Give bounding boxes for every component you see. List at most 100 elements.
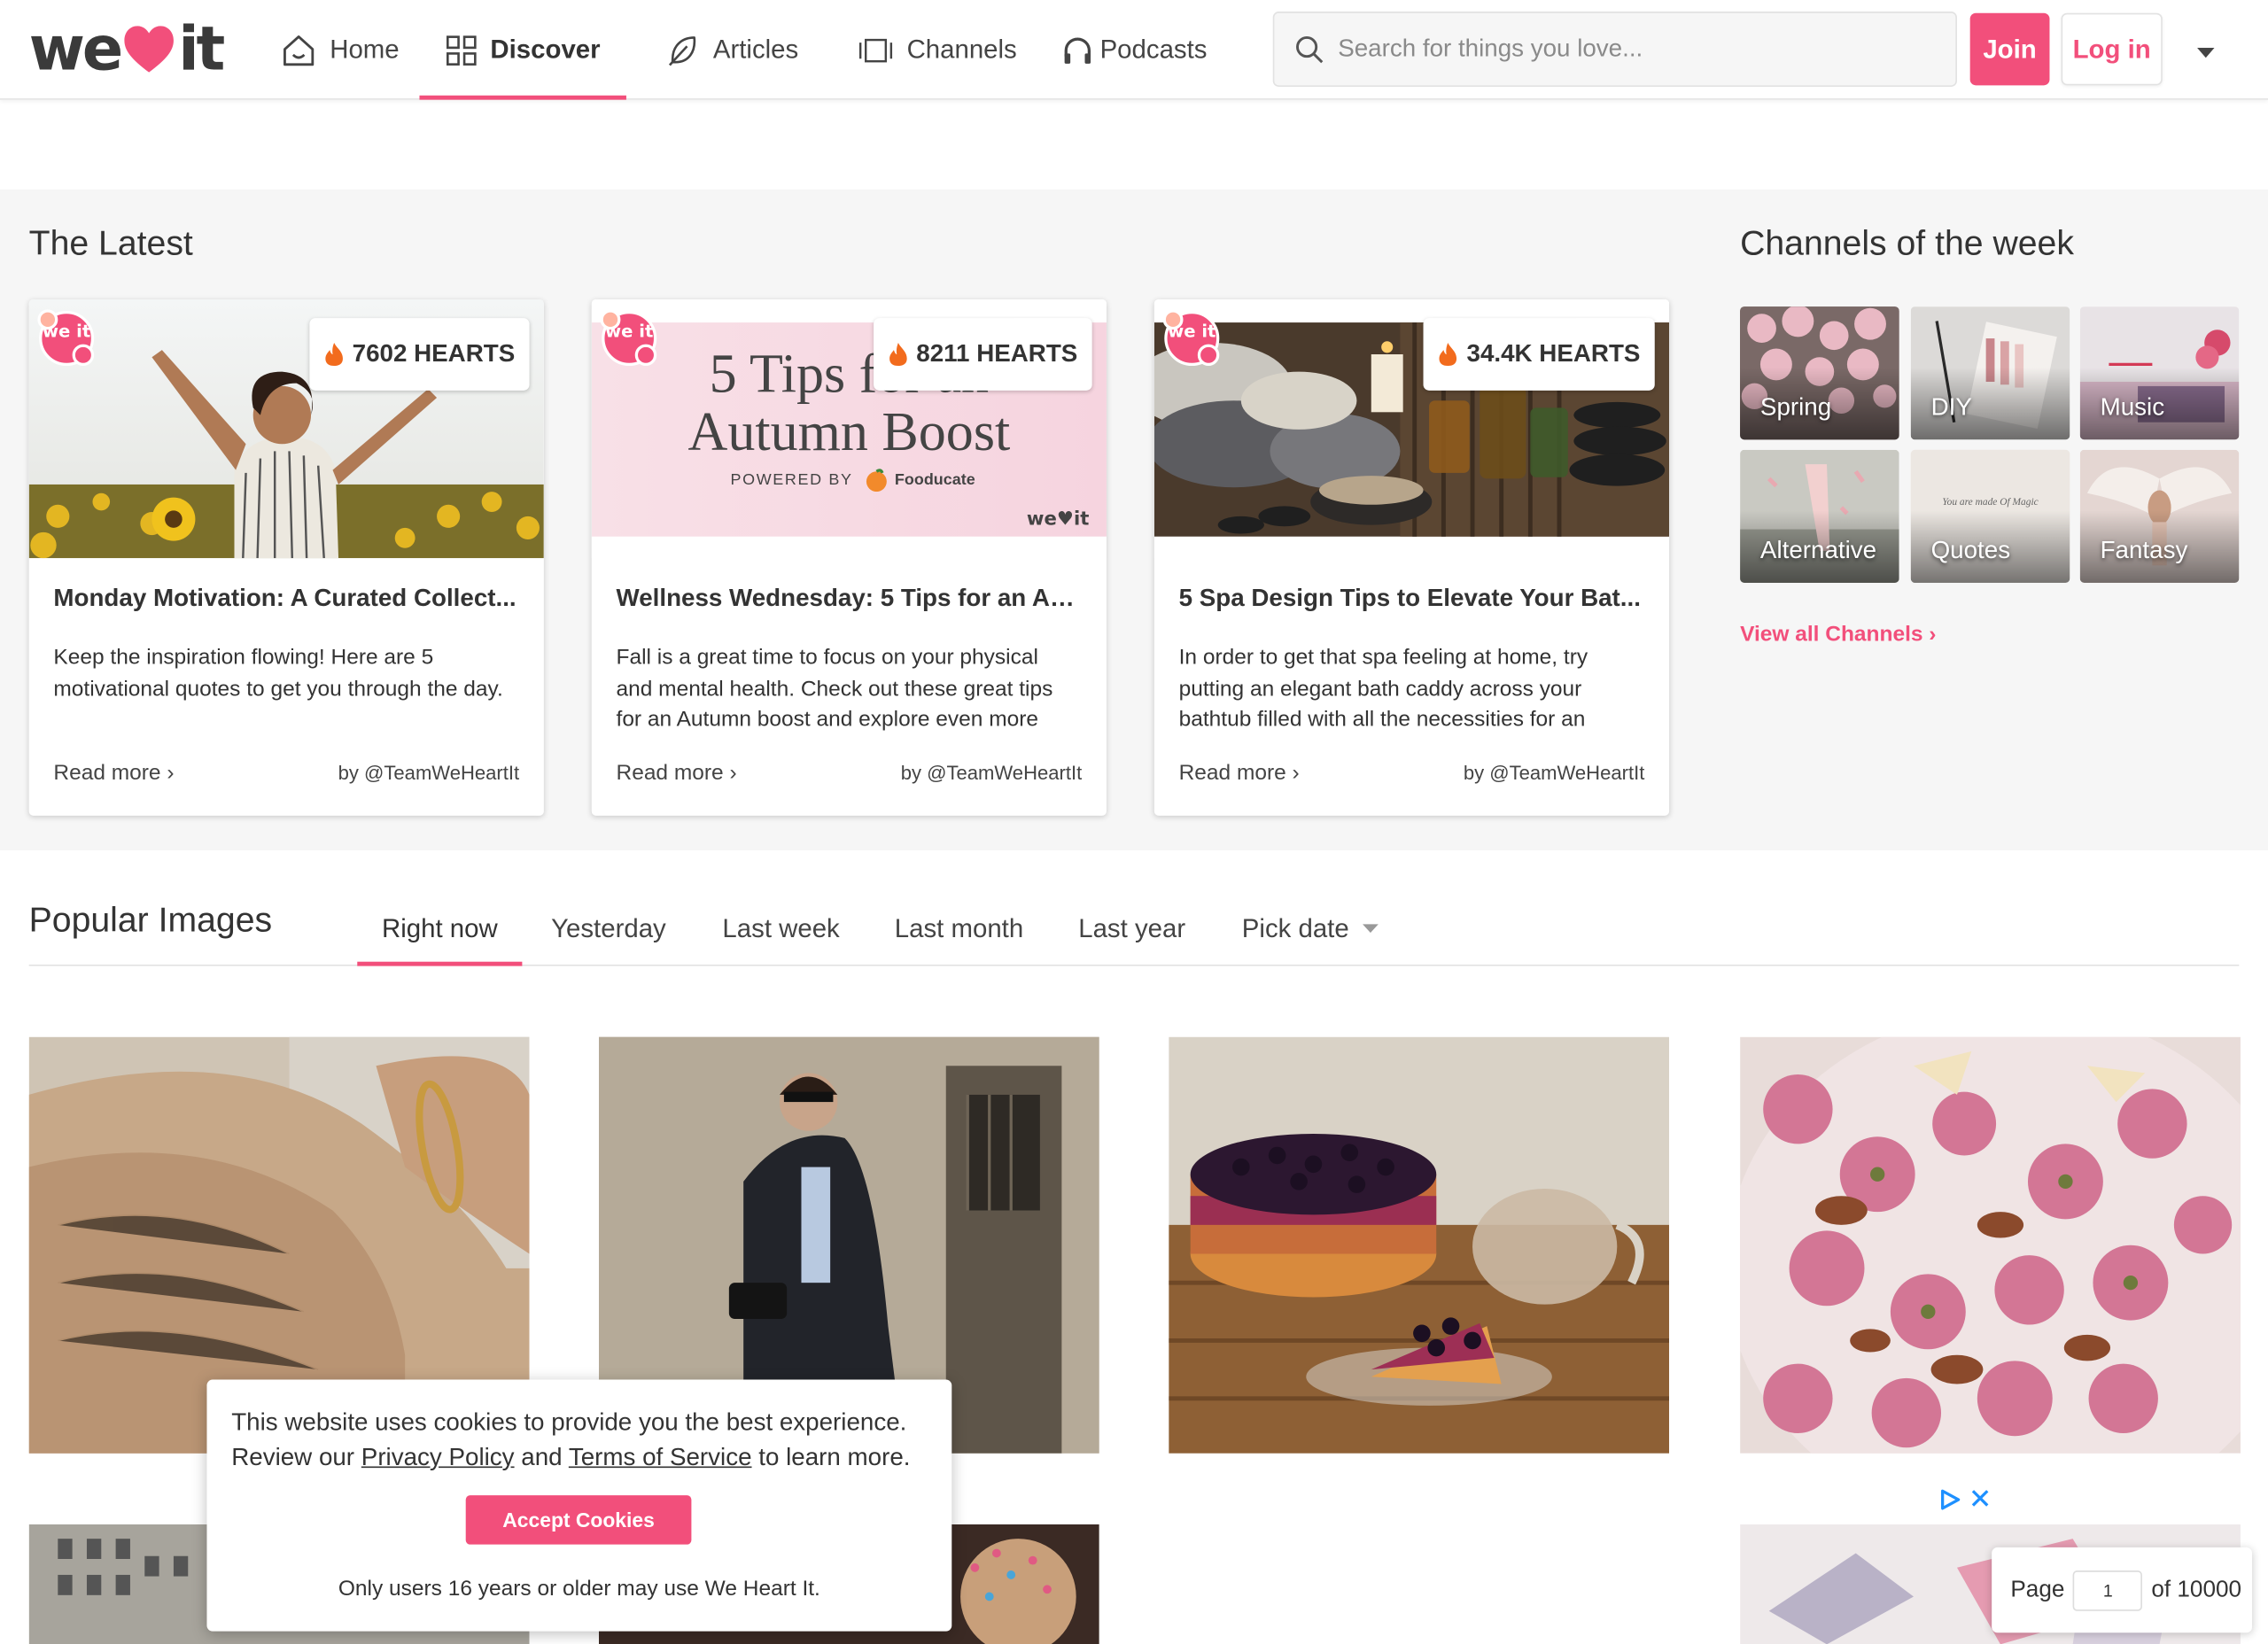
main-nav: Home Discover Articles Channels Podcasts: [260, 0, 1232, 100]
tab-last-month[interactable]: Last month: [867, 891, 1051, 966]
grid-icon: [446, 35, 477, 66]
channel-label: Spring: [1759, 393, 1832, 422]
weheartit-badge-icon: we it: [1162, 309, 1220, 367]
image-watermark: we♥it: [1026, 508, 1090, 531]
channel-tile-spring[interactable]: Spring: [1740, 306, 1899, 440]
tab-label: Last week: [722, 913, 840, 942]
nav-podcasts-label: Podcasts: [1099, 35, 1208, 64]
page-total: of 10000: [2151, 1577, 2242, 1602]
nav-home[interactable]: Home: [260, 0, 420, 100]
channel-tile-alternative[interactable]: Alternative: [1740, 449, 1899, 583]
weheartit-badge-icon: we it: [600, 309, 657, 367]
cookie-message: This website uses cookies to provide you…: [231, 1406, 940, 1475]
article-description: Keep the inspiration flowing! Here are 5…: [53, 645, 503, 702]
nav-home-label: Home: [330, 35, 400, 64]
caret-down-icon: [1362, 924, 1379, 934]
popular-images-title: Popular Images: [28, 901, 273, 941]
weheartit-logo[interactable]: we it: [28, 12, 226, 83]
terms-of-service-link[interactable]: Terms of Service: [569, 1443, 752, 1470]
search-box[interactable]: [1272, 12, 1957, 87]
article-author[interactable]: by @TeamWeHeartIt: [338, 762, 519, 783]
tab-yesterday[interactable]: Yesterday: [522, 891, 695, 966]
partner-name: Fooducate: [894, 471, 975, 489]
search-input[interactable]: [1338, 35, 1917, 64]
article-card[interactable]: we it 34.4K HEARTS 5 Spa Design Tips to …: [1153, 299, 1670, 816]
channel-label: Fantasy: [2100, 536, 2188, 564]
adchoices-icon[interactable]: [1938, 1488, 1961, 1511]
tab-label: Yesterday: [551, 913, 666, 942]
channel-image-quote: You are made Of Magic: [1942, 495, 2039, 508]
cookie-and-text: and: [521, 1443, 563, 1471]
hearts-count-badge: 7602 HEARTS: [308, 318, 530, 391]
popular-image-tile[interactable]: [1169, 1036, 1670, 1454]
tab-pick-date[interactable]: Pick date: [1213, 891, 1407, 966]
nav-podcasts[interactable]: Podcasts: [1037, 0, 1232, 100]
cookie-review-text: Review our: [231, 1443, 355, 1471]
channels-icon: [858, 38, 893, 62]
read-more-link[interactable]: Read more ›: [617, 761, 737, 786]
channel-label: Quotes: [1930, 536, 2011, 564]
page-number-input[interactable]: [2073, 1570, 2143, 1610]
search-icon: [1296, 35, 1324, 64]
flame-icon: [889, 342, 906, 367]
article-title[interactable]: Monday Motivation: A Curated Collect...: [53, 585, 519, 614]
tab-last-week[interactable]: Last week: [695, 891, 866, 966]
article-description: Fall is a great time to focus on your ph…: [616, 645, 1053, 733]
article-description: In order to get that spa feeling at home…: [1178, 645, 1588, 733]
fooducate-logo-icon: [866, 469, 887, 492]
accept-cookies-button[interactable]: Accept Cookies: [465, 1495, 692, 1545]
time-filter-tabs: Right now Yesterday Last week Last month…: [357, 891, 1407, 966]
channel-tile-music[interactable]: Music: [2079, 306, 2240, 440]
nav-articles-label: Articles: [712, 35, 799, 64]
read-more-link[interactable]: Read more ›: [1179, 761, 1300, 786]
close-ad-icon[interactable]: [1970, 1488, 1991, 1508]
latest-title: The Latest: [28, 224, 193, 264]
nav-discover-label: Discover: [490, 35, 601, 64]
flame-icon: [324, 342, 343, 367]
privacy-policy-link[interactable]: Privacy Policy: [361, 1443, 515, 1470]
page-label: Page: [2010, 1577, 2065, 1602]
top-navigation-bar: we it Home Discover Articles Channels Po…: [0, 0, 2268, 100]
channel-tile-diy[interactable]: DIY: [1910, 306, 2070, 440]
article-author[interactable]: by @TeamWeHeartIt: [901, 762, 1082, 783]
tab-label: Last year: [1078, 913, 1186, 942]
cookie-consent-dialog: This website uses cookies to provide you…: [206, 1379, 952, 1632]
page-indicator: Page of 10000: [1992, 1547, 2253, 1633]
channel-tile-quotes[interactable]: You are made Of Magic Quotes: [1910, 449, 2070, 583]
nav-articles[interactable]: Articles: [626, 0, 837, 100]
join-button[interactable]: Join: [1969, 12, 2050, 86]
channel-label: DIY: [1930, 393, 1972, 422]
hearts-count: 34.4K HEARTS: [1466, 339, 1641, 368]
powered-by-label: POWERED BY: [730, 471, 853, 489]
hearts-count-badge: 34.4K HEARTS: [1423, 318, 1655, 391]
tab-label: Last month: [894, 913, 1024, 942]
channel-label: Music: [2100, 393, 2165, 422]
article-card[interactable]: 5 Tips for an Autumn Boost POWERED BY Fo…: [591, 299, 1107, 816]
channel-label: Alternative: [1759, 536, 1877, 564]
cookie-learn-text: to learn more.: [758, 1443, 911, 1471]
article-title[interactable]: Wellness Wednesday: 5 Tips for an Au...: [617, 585, 1083, 614]
cookie-line1: This website uses cookies to provide you…: [231, 1408, 907, 1437]
article-card[interactable]: we it 7602 HEARTS Monday Motivation: A C…: [28, 299, 544, 816]
nav-channels[interactable]: Channels: [837, 0, 1037, 100]
hearts-count: 8211 HEARTS: [916, 339, 1078, 368]
ad-choices[interactable]: [1938, 1488, 1991, 1511]
view-all-channels-link[interactable]: View all Channels ›: [1740, 622, 1936, 647]
channel-tile-fantasy[interactable]: Fantasy: [2079, 449, 2240, 583]
read-more-link[interactable]: Read more ›: [53, 761, 174, 786]
hearts-count: 7602 HEARTS: [352, 339, 516, 368]
article-title[interactable]: 5 Spa Design Tips to Elevate Your Bat...: [1179, 585, 1645, 614]
age-notice: Only users 16 years or older may use We …: [338, 1576, 820, 1601]
more-menu-button[interactable]: [2191, 41, 2220, 64]
weheartit-badge-icon: we it: [37, 309, 95, 367]
tab-right-now[interactable]: Right now: [357, 891, 523, 966]
login-button[interactable]: Log in: [2061, 12, 2163, 86]
popular-image-tile[interactable]: [1740, 1036, 2241, 1454]
nav-discover[interactable]: Discover: [419, 0, 626, 100]
logo-text-we: we: [28, 12, 124, 83]
tab-label: Pick date: [1241, 913, 1349, 942]
article-author[interactable]: by @TeamWeHeartIt: [1464, 762, 1644, 783]
feather-icon: [668, 35, 696, 66]
caret-down-icon: [2196, 47, 2215, 58]
tab-last-year[interactable]: Last year: [1051, 891, 1213, 966]
